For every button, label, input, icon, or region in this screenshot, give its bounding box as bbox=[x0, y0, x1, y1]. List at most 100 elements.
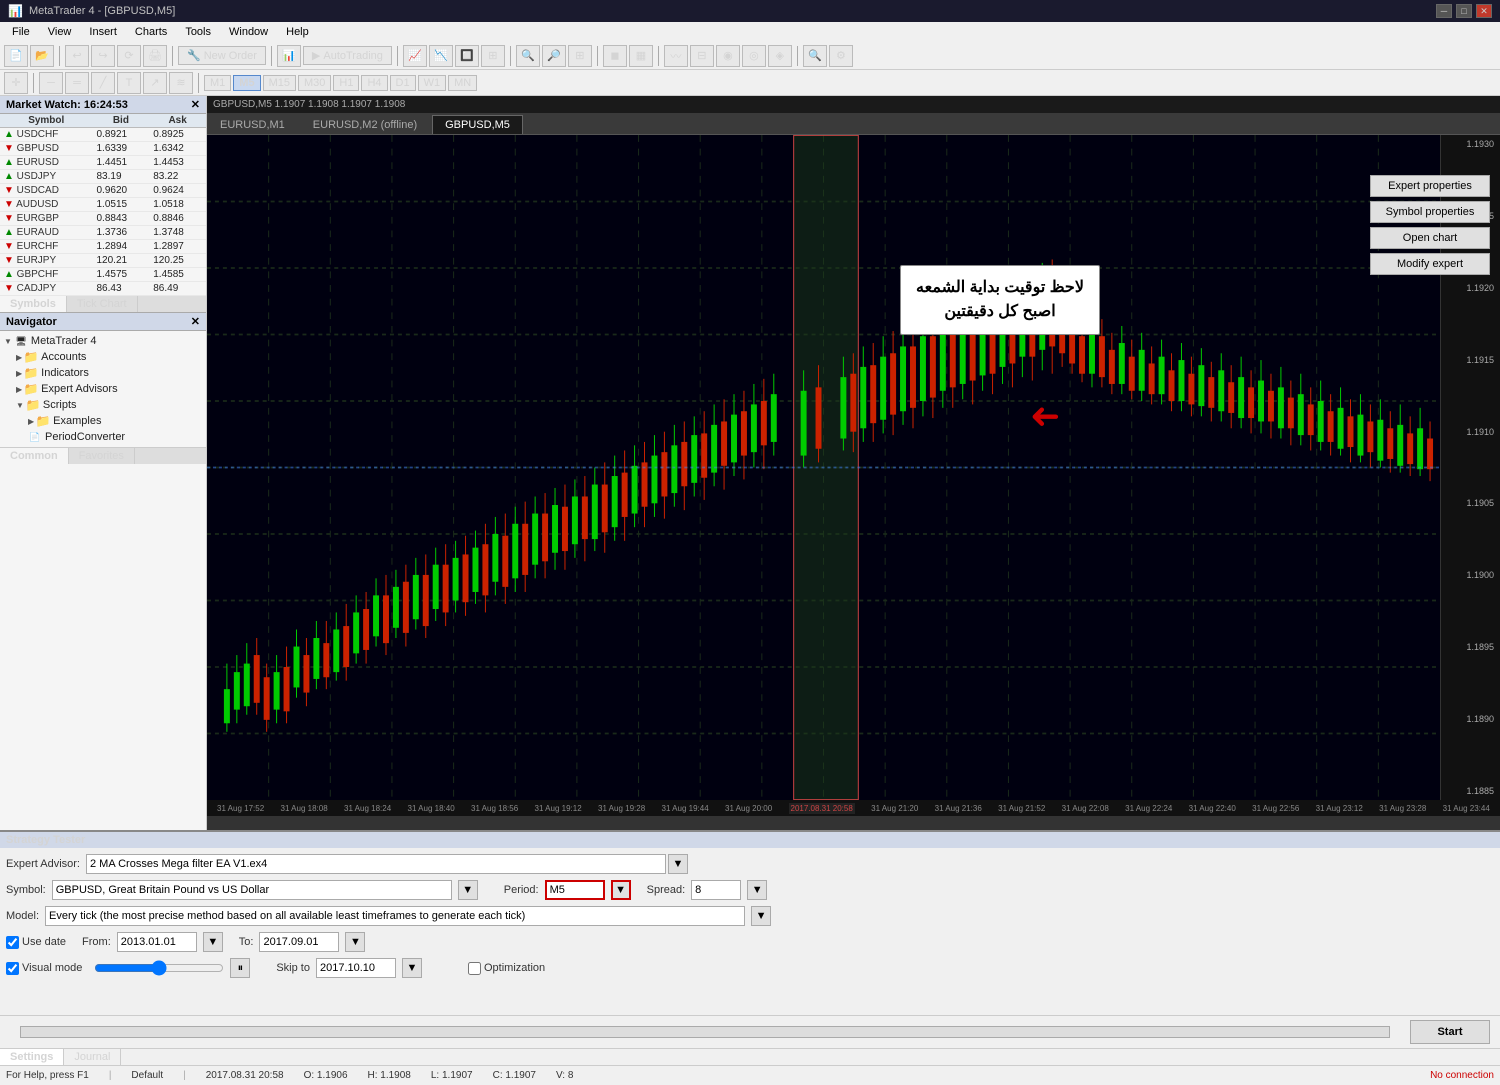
tf-m1[interactable]: M1 bbox=[204, 75, 231, 91]
skip-to-btn[interactable]: ▼ bbox=[402, 958, 422, 978]
tb-trend[interactable]: ╱ bbox=[91, 72, 115, 94]
ea-input[interactable] bbox=[86, 854, 666, 874]
symbol-dropdown-btn[interactable]: ▼ bbox=[458, 880, 478, 900]
nav-indicators[interactable]: ▶ 📁 Indicators bbox=[0, 365, 206, 381]
tb-arrow[interactable]: ↩ bbox=[65, 45, 89, 67]
start-button[interactable]: Start bbox=[1410, 1020, 1490, 1044]
tb-fib[interactable]: ≋ bbox=[169, 72, 193, 94]
nav-period-converter[interactable]: 📄 PeriodConverter bbox=[0, 429, 206, 445]
nav-accounts[interactable]: ▶ 📁 Accounts bbox=[0, 349, 206, 365]
tb-fit[interactable]: ⊞ bbox=[568, 45, 592, 67]
tb-refresh[interactable]: ⟳ bbox=[117, 45, 141, 67]
menu-tools[interactable]: Tools bbox=[177, 24, 219, 40]
menu-help[interactable]: Help bbox=[278, 24, 317, 40]
period-dropdown-btn[interactable]: ▼ bbox=[611, 880, 631, 900]
close-button[interactable]: ✕ bbox=[1476, 4, 1492, 18]
tb-arrow-tool[interactable]: ↗ bbox=[143, 72, 167, 94]
tb-settings[interactable]: ⚙ bbox=[829, 45, 853, 67]
to-date-input[interactable] bbox=[259, 932, 339, 952]
tf-m5[interactable]: M5 bbox=[233, 75, 260, 91]
tb-new[interactable]: 📄 bbox=[4, 45, 28, 67]
tab-favorites[interactable]: Favorites bbox=[69, 448, 135, 464]
speed-slider[interactable] bbox=[94, 962, 224, 974]
new-order-button[interactable]: 🔧 New Order bbox=[178, 46, 266, 65]
tab-common[interactable]: Common bbox=[0, 448, 69, 464]
tb-chart1[interactable]: 📊 bbox=[277, 45, 301, 67]
tf-m15[interactable]: M15 bbox=[263, 75, 296, 91]
spread-input[interactable] bbox=[691, 880, 741, 900]
model-input[interactable] bbox=[45, 906, 745, 926]
tf-m30[interactable]: M30 bbox=[298, 75, 331, 91]
menu-file[interactable]: File bbox=[4, 24, 38, 40]
autotrading-button[interactable]: ▶ AutoTrading bbox=[303, 46, 392, 65]
tb-arrow2[interactable]: ↪ bbox=[91, 45, 115, 67]
pause-button[interactable]: ⏸ bbox=[230, 958, 250, 978]
market-watch-row[interactable]: ▲ USDJPY 83.19 83.22 bbox=[0, 170, 206, 184]
ea-dropdown-btn[interactable]: ▼ bbox=[668, 854, 688, 874]
tb-hline[interactable]: ═ bbox=[65, 72, 89, 94]
maximize-button[interactable]: □ bbox=[1456, 4, 1472, 18]
nav-metatrader4[interactable]: ▼ 🖥 MetaTrader 4 bbox=[0, 333, 206, 349]
tb-period-sep[interactable]: ⊟ bbox=[690, 45, 714, 67]
tb-crosshair[interactable]: ✛ bbox=[4, 72, 28, 94]
spread-dropdown-btn[interactable]: ▼ bbox=[747, 880, 767, 900]
tab-journal[interactable]: Journal bbox=[64, 1049, 121, 1065]
from-date-btn[interactable]: ▼ bbox=[203, 932, 223, 952]
tf-h4[interactable]: H4 bbox=[361, 75, 387, 91]
market-watch-close-icon[interactable]: ✕ bbox=[191, 98, 200, 111]
market-watch-row[interactable]: ▼ CADJPY 86.43 86.49 bbox=[0, 282, 206, 296]
tb-open[interactable]: 📂 bbox=[30, 45, 54, 67]
tab-symbols[interactable]: Symbols bbox=[0, 296, 67, 312]
market-watch-row[interactable]: ▼ USDCAD 0.9620 0.9624 bbox=[0, 184, 206, 198]
nav-examples[interactable]: ▶ 📁 Examples bbox=[0, 413, 206, 429]
symbol-input[interactable] bbox=[52, 880, 452, 900]
market-watch-row[interactable]: ▼ AUDUSD 1.0515 1.0518 bbox=[0, 198, 206, 212]
navigator-close-icon[interactable]: ✕ bbox=[191, 315, 200, 328]
market-watch-row[interactable]: ▼ EURCHF 1.2894 1.2897 bbox=[0, 240, 206, 254]
menu-window[interactable]: Window bbox=[221, 24, 276, 40]
tab-tick-chart[interactable]: Tick Chart bbox=[67, 296, 138, 312]
market-watch-row[interactable]: ▲ EURAUD 1.3736 1.3748 bbox=[0, 226, 206, 240]
tb-search[interactable]: 🔍 bbox=[803, 45, 827, 67]
chart-tab-gbpusd-m5[interactable]: GBPUSD,M5 bbox=[432, 115, 523, 134]
tb-v3[interactable]: 🔲 bbox=[455, 45, 479, 67]
tf-mn[interactable]: MN bbox=[448, 75, 477, 91]
model-dropdown-btn[interactable]: ▼ bbox=[751, 906, 771, 926]
tb-v2[interactable]: 📉 bbox=[429, 45, 453, 67]
menu-view[interactable]: View bbox=[40, 24, 80, 40]
minimize-button[interactable]: ─ bbox=[1436, 4, 1452, 18]
market-watch-row[interactable]: ▼ GBPUSD 1.6339 1.6342 bbox=[0, 142, 206, 156]
tf-h1[interactable]: H1 bbox=[333, 75, 359, 91]
tb-line[interactable]: ─ bbox=[39, 72, 63, 94]
market-watch-row[interactable]: ▲ GBPCHF 1.4575 1.4585 bbox=[0, 268, 206, 282]
use-date-checkbox[interactable] bbox=[6, 936, 19, 949]
tb-misc[interactable]: ◉ bbox=[716, 45, 740, 67]
optimization-checkbox[interactable] bbox=[468, 962, 481, 975]
nav-scripts[interactable]: ▼ 📁 Scripts bbox=[0, 397, 206, 413]
nav-expert-advisors[interactable]: ▶ 📁 Expert Advisors bbox=[0, 381, 206, 397]
tb-print[interactable]: 🖨 bbox=[143, 45, 167, 67]
from-date-input[interactable] bbox=[117, 932, 197, 952]
period-input[interactable] bbox=[545, 880, 605, 900]
menu-insert[interactable]: Insert bbox=[81, 24, 125, 40]
tb-misc3[interactable]: ◈ bbox=[768, 45, 792, 67]
tb-candle[interactable]: ◼ bbox=[603, 45, 627, 67]
menu-charts[interactable]: Charts bbox=[127, 24, 175, 40]
chart-scrollbar[interactable] bbox=[207, 816, 1500, 830]
visual-mode-checkbox[interactable] bbox=[6, 962, 19, 975]
tb-indicator[interactable]: 〰 bbox=[664, 45, 688, 67]
tb-misc2[interactable]: ◎ bbox=[742, 45, 766, 67]
tf-w1[interactable]: W1 bbox=[418, 75, 447, 91]
market-watch-row[interactable]: ▼ EURJPY 120.21 120.25 bbox=[0, 254, 206, 268]
tb-v1[interactable]: 📈 bbox=[403, 45, 427, 67]
market-watch-row[interactable]: ▲ USDCHF 0.8921 0.8925 bbox=[0, 128, 206, 142]
chart-tab-eurusd-m2[interactable]: EURUSD,M2 (offline) bbox=[300, 115, 430, 134]
tb-zoom-out[interactable]: 🔎 bbox=[542, 45, 566, 67]
tb-v4[interactable]: ⊞ bbox=[481, 45, 505, 67]
tf-d1[interactable]: D1 bbox=[390, 75, 416, 91]
skip-to-input[interactable] bbox=[316, 958, 396, 978]
tb-text[interactable]: T bbox=[117, 72, 141, 94]
chart-tab-eurusd-m1[interactable]: EURUSD,M1 bbox=[207, 115, 298, 134]
market-watch-row[interactable]: ▼ EURGBP 0.8843 0.8846 bbox=[0, 212, 206, 226]
tab-settings[interactable]: Settings bbox=[0, 1049, 64, 1065]
